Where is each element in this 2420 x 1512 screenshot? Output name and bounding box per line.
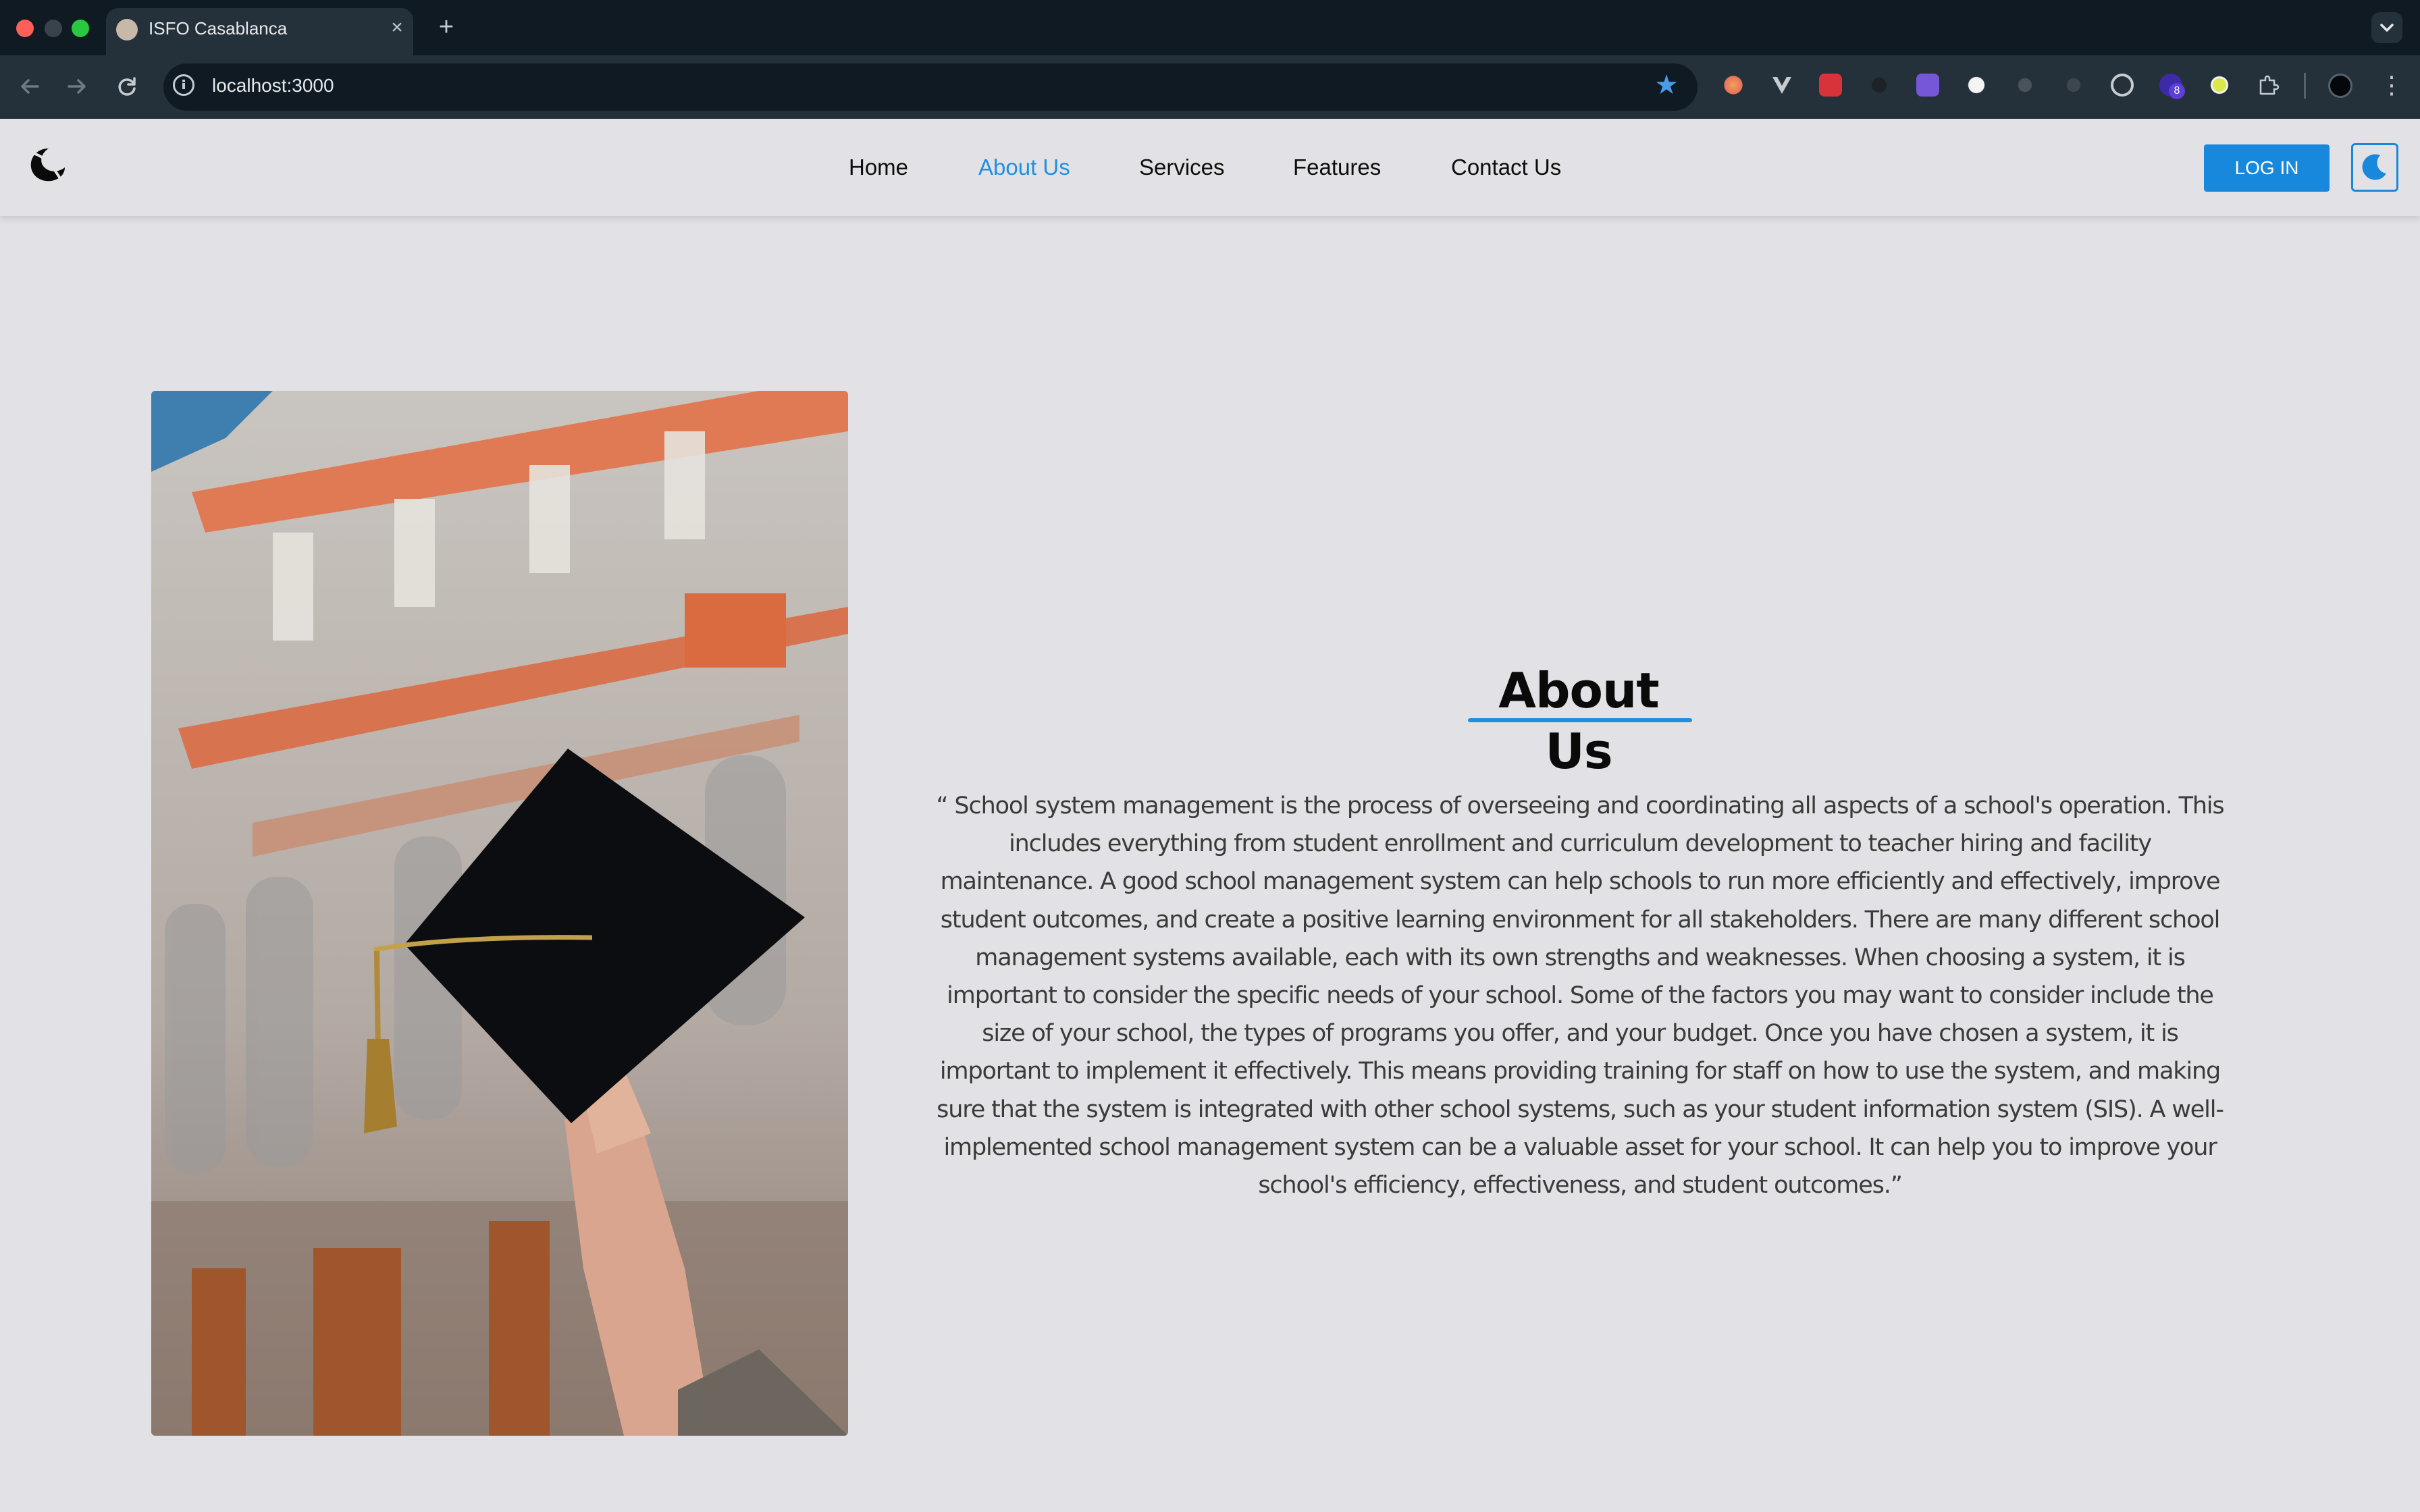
arrow-right-icon [68, 79, 86, 94]
chevron-down-icon [2380, 24, 2394, 32]
bookmark-star-icon[interactable]: ★ [1652, 70, 1681, 100]
minimize-window-button[interactable] [45, 20, 62, 37]
extension-circle-icon[interactable] [1965, 74, 1988, 97]
nav-link-about-us[interactable]: About Us [978, 153, 1070, 182]
maximize-window-button[interactable] [72, 20, 89, 37]
back-button[interactable] [14, 70, 46, 103]
browser-menu-icon[interactable]: ⋮ [2379, 70, 2404, 100]
profile-avatar[interactable] [2328, 74, 2352, 98]
extension-owl-icon[interactable] [1722, 74, 1745, 97]
tab-title: ISFO Casablanca [149, 18, 288, 38]
site-info-icon[interactable] [173, 74, 194, 96]
extension-badge-count: 8 [2169, 83, 2185, 99]
theme-toggle-button[interactable] [2351, 143, 2398, 192]
address-bar-url: localhost:3000 [212, 75, 334, 96]
extension-yellow-icon[interactable] [2208, 74, 2231, 97]
extension-red-icon[interactable] [1819, 74, 1842, 97]
info-glyph [182, 80, 185, 89]
extension-badge-icon[interactable]: 8 [2159, 74, 2185, 99]
forward-button[interactable] [61, 70, 93, 103]
nav-link-services[interactable]: Services [1139, 153, 1225, 182]
nav-link-features[interactable]: Features [1293, 153, 1381, 182]
reload-button[interactable] [111, 70, 143, 103]
vue-v-icon [1772, 77, 1791, 94]
reload-icon [118, 77, 136, 96]
close-window-button[interactable] [16, 20, 34, 37]
tab-search-button[interactable] [2371, 12, 2402, 43]
graduation-photo [151, 391, 848, 1436]
puzzle-icon [2259, 75, 2280, 95]
tab-close-icon[interactable]: × [388, 15, 406, 40]
nav-link-home[interactable]: Home [849, 153, 908, 182]
extension-recycle-icon[interactable] [2062, 74, 2085, 97]
extension-target-icon[interactable] [2111, 74, 2134, 97]
nav-link-contact-us[interactable]: Contact Us [1451, 153, 1561, 182]
login-button[interactable]: LOG IN [2204, 144, 2330, 192]
toolbar-divider [2304, 73, 2306, 99]
extension-vuetify-icon[interactable] [1770, 74, 1793, 97]
extension-purple-icon[interactable] [1916, 74, 1939, 97]
address-bar[interactable] [163, 63, 1698, 111]
graduation-cap-image [151, 391, 848, 1436]
new-tab-button[interactable]: + [435, 12, 458, 42]
leaf-logo-icon[interactable] [28, 146, 68, 185]
moon-icon [2362, 154, 2386, 180]
arrow-left-icon [21, 79, 39, 94]
extension-bug-icon[interactable] [2014, 74, 2036, 97]
tab-favicon-icon [116, 19, 138, 40]
about-us-paragraph: “ School system management is the proces… [936, 792, 2224, 1199]
heading-underline [1468, 718, 1692, 722]
extensions-puzzle-icon[interactable] [2257, 74, 2280, 97]
extension-panda-icon[interactable] [1868, 74, 1891, 97]
